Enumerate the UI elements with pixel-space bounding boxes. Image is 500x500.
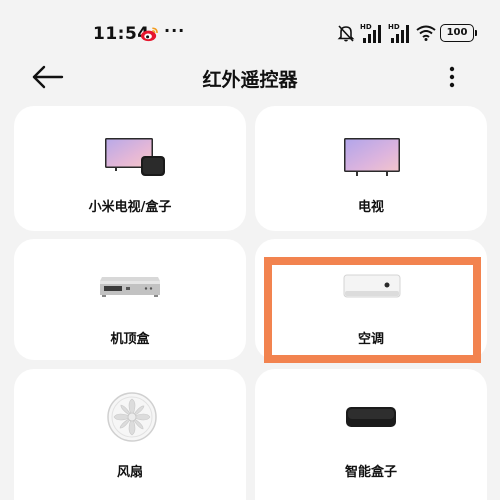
tv-with-box-image [105, 138, 165, 176]
status-icons: HD HD 100 [336, 22, 477, 46]
tv-image [344, 138, 400, 176]
device-card-fan[interactable]: 风扇 [14, 369, 246, 500]
svg-text:HD: HD [360, 23, 372, 31]
weibo-icon [140, 27, 158, 42]
smart-box-image [346, 407, 396, 427]
device-label: 智能盒子 [344, 465, 397, 480]
svg-text:HD: HD [388, 23, 400, 31]
fan-image [107, 392, 157, 442]
status-more-dots: ··· [164, 21, 186, 40]
device-card-tv[interactable]: 电视 [255, 106, 487, 231]
bell-muted-icon [337, 25, 355, 42]
wifi-icon [416, 25, 436, 41]
device-label: 电视 [357, 200, 384, 215]
app-header: 红外遥控器 [0, 55, 500, 99]
device-card-set-top-box[interactable]: 机顶盒 [14, 239, 246, 360]
device-label: 风扇 [116, 465, 143, 480]
signal-hd-icon-2: HD [388, 23, 409, 43]
set-top-box-image [100, 277, 160, 297]
air-conditioner-image [343, 274, 401, 298]
battery-icon: 100 [440, 24, 477, 42]
page-title: 红外遥控器 [202, 69, 298, 91]
more-vertical-icon [449, 66, 455, 88]
device-label: 机顶盒 [110, 332, 150, 347]
signal-hd-icon: HD [360, 23, 381, 43]
more-menu-button[interactable] [440, 63, 464, 91]
device-label: 小米电视/盒子 [88, 200, 172, 215]
device-card-xiaomi-tv-box[interactable]: 小米电视/盒子 [14, 106, 246, 231]
device-label: 空调 [357, 332, 384, 347]
device-card-air-conditioner[interactable]: 空调 [255, 239, 487, 360]
device-card-smart-box[interactable]: 智能盒子 [255, 369, 487, 500]
battery-level: 100 [446, 27, 468, 38]
